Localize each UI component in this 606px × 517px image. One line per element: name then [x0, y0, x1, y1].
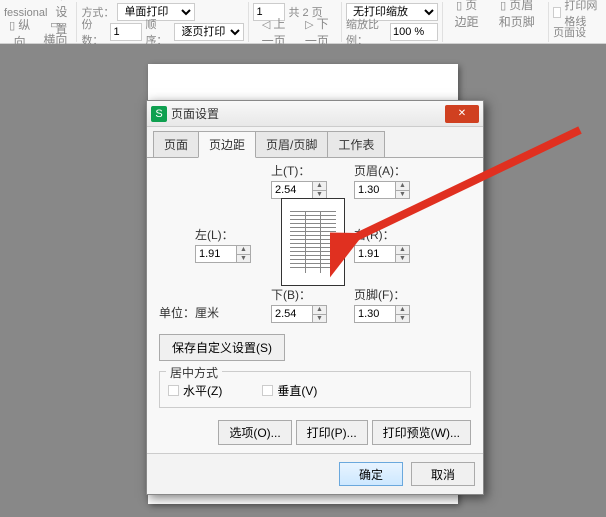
chevron-down-icon: ▼: [313, 191, 326, 199]
tab-header-footer[interactable]: 页眉/页脚: [255, 131, 328, 158]
footer-stepper[interactable]: ▲▼: [396, 305, 410, 323]
dialog-footer: 确定 取消: [147, 453, 483, 494]
bottom-label: 下(B)：: [271, 286, 327, 303]
header-stepper[interactable]: ▲▼: [396, 181, 410, 199]
dialog-titlebar[interactable]: S 页面设置 ✕: [147, 101, 483, 127]
scale-label: 缩放比例：: [346, 16, 387, 48]
unit-label: 单位：厘米: [159, 304, 219, 321]
margins-ribbon-button[interactable]: ▯ 页边距: [447, 0, 486, 32]
right-label: 右(R)：: [354, 226, 410, 243]
bottom-input[interactable]: [271, 305, 313, 323]
header-input[interactable]: [354, 181, 396, 199]
center-group-title: 居中方式: [166, 364, 222, 381]
ribbon-toolbar: fessional ⚙ 设置 ▯ 纵向 ▭ 横向 方式： 单面打印 份数： 顺序…: [0, 0, 606, 44]
cancel-button[interactable]: 取消: [411, 462, 475, 486]
margins-preview: [281, 198, 345, 286]
page-setup-button[interactable]: 页面设: [553, 24, 586, 40]
right-input[interactable]: [354, 245, 396, 263]
top-stepper[interactable]: ▲▼: [313, 181, 327, 199]
footer-input[interactable]: [354, 305, 396, 323]
tab-sheet[interactable]: 工作表: [327, 131, 385, 158]
save-custom-button[interactable]: 保存自定义设置(S): [159, 334, 285, 361]
vertical-checkbox[interactable]: 垂直(V): [262, 382, 317, 399]
copies-label: 份数：: [81, 16, 107, 48]
center-group: 居中方式 水平(Z) 垂直(V): [159, 371, 471, 408]
close-button[interactable]: ✕: [445, 105, 479, 123]
tab-margins[interactable]: 页边距: [198, 131, 256, 158]
ok-button[interactable]: 确定: [339, 462, 403, 486]
header-label: 页眉(A)：: [354, 162, 410, 179]
dialog-tabs: 页面 页边距 页眉/页脚 工作表: [147, 127, 483, 158]
order-select[interactable]: 逐页打印: [174, 23, 244, 41]
print-preview-button[interactable]: 打印预览(W)...: [372, 420, 471, 445]
tab-page[interactable]: 页面: [153, 131, 199, 158]
bottom-stepper[interactable]: ▲▼: [313, 305, 327, 323]
page-setup-dialog: S 页面设置 ✕ 页面 页边距 页眉/页脚 工作表 上(T)： ▲▼ 页眉(A)…: [146, 100, 484, 495]
headerfooter-ribbon-button[interactable]: ▯ 页眉和页脚: [489, 0, 544, 32]
options-button[interactable]: 选项(O)...: [218, 420, 291, 445]
chevron-up-icon: ▲: [313, 182, 326, 191]
left-input[interactable]: [195, 245, 237, 263]
print-grid-checkbox[interactable]: [553, 7, 561, 18]
horizontal-checkbox[interactable]: 水平(Z): [168, 382, 222, 399]
print-button[interactable]: 打印(P)...: [296, 420, 368, 445]
order-label: 顺序：: [145, 16, 171, 48]
footer-label: 页脚(F)：: [354, 286, 410, 303]
app-icon: S: [151, 106, 167, 122]
dialog-body: 上(T)： ▲▼ 页眉(A)： ▲▼ 左(L)： ▲▼ 右(R)： ▲▼ 下(B…: [147, 157, 483, 453]
copies-input[interactable]: [110, 23, 142, 41]
top-label: 上(T)：: [271, 162, 327, 179]
left-label: 左(L)：: [195, 226, 251, 243]
dialog-title: 页面设置: [171, 105, 445, 122]
scale-input[interactable]: [390, 23, 438, 41]
right-stepper[interactable]: ▲▼: [396, 245, 410, 263]
top-input[interactable]: [271, 181, 313, 199]
gear-icon: ⚙: [56, 0, 67, 3]
left-stepper[interactable]: ▲▼: [237, 245, 251, 263]
